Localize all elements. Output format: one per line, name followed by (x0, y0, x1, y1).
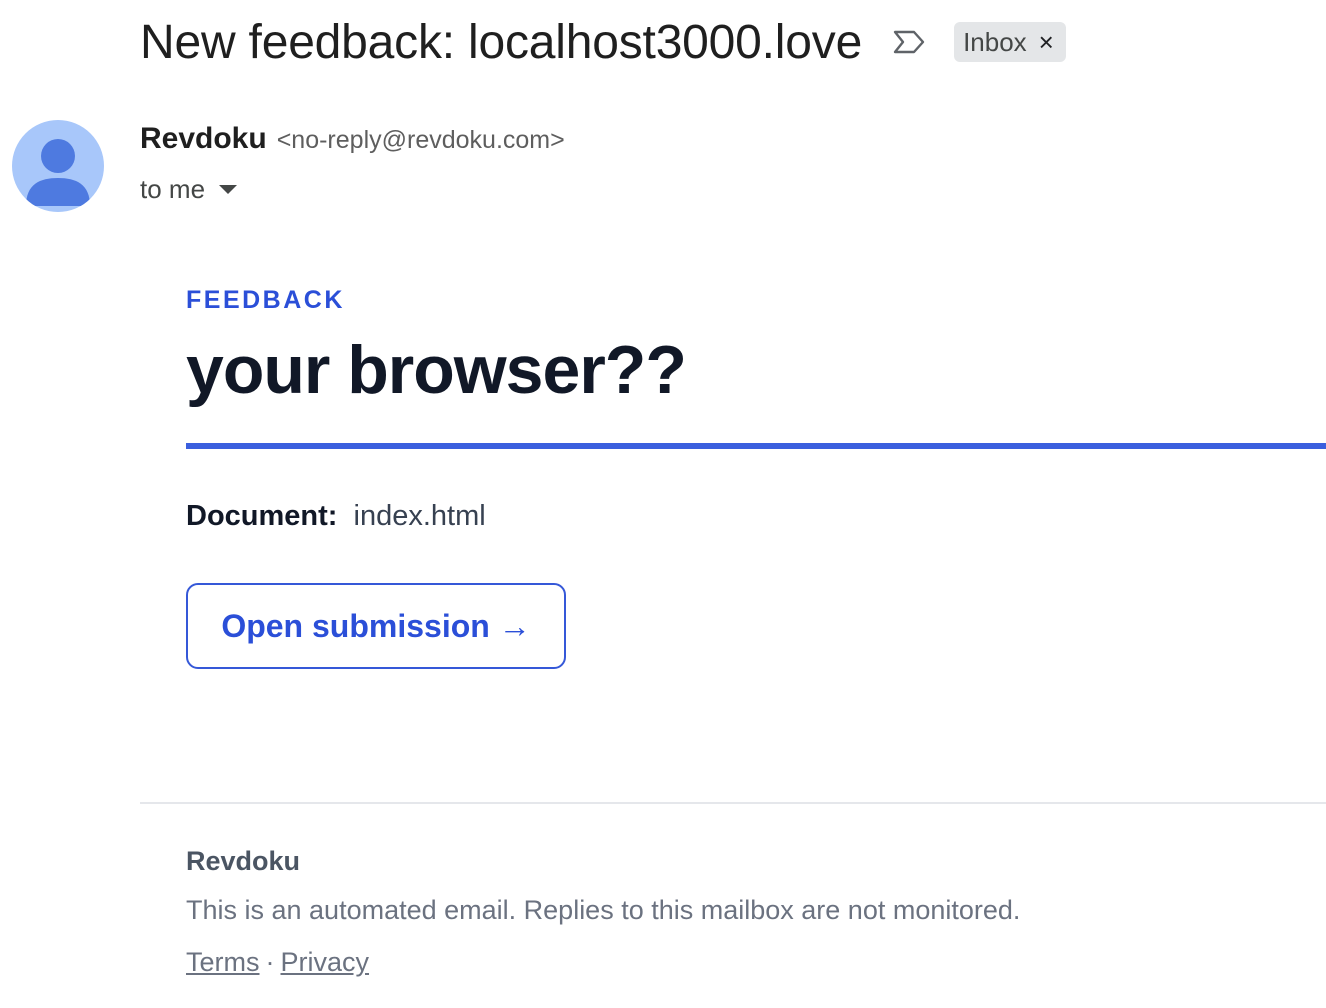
email-footer: Revdoku This is an automated email. Repl… (186, 840, 1286, 984)
inbox-label-chip: Inbox × (954, 22, 1066, 62)
remove-label-close-icon[interactable]: × (1039, 29, 1054, 55)
footer-links: Terms · Privacy (186, 940, 1286, 984)
caret-down-icon[interactable] (219, 184, 238, 194)
privacy-link[interactable]: Privacy (281, 947, 370, 977)
feedback-kicker: FEEDBACK (186, 286, 345, 314)
footer-brand: Revdoku (186, 846, 301, 876)
sender-avatar-person-icon[interactable] (12, 120, 104, 212)
sender-email: <no-reply@revdoku.com> (276, 126, 565, 154)
footer-note: This is an automated email. Replies to t… (186, 895, 1021, 925)
footer-divider (140, 802, 1326, 804)
document-value: index.html (353, 500, 486, 532)
recipient-text: to me (140, 173, 206, 204)
label-text: Inbox (963, 26, 1027, 57)
document-line: Document: index.html (186, 494, 486, 538)
recipient-details-toggle[interactable]: to me (140, 170, 238, 208)
sender-name[interactable]: Revdoku (140, 122, 267, 156)
sender-line: Revdoku <no-reply@revdoku.com> (140, 122, 565, 164)
email-subject: New feedback: localhost3000.love (140, 15, 863, 69)
open-submission-button[interactable]: Open submission → (186, 583, 566, 669)
subject-row: New feedback: localhost3000.love Inbox × (140, 10, 1066, 74)
terms-link[interactable]: Terms (186, 947, 260, 977)
accent-divider (186, 443, 1326, 449)
important-marker-icon[interactable] (892, 29, 926, 55)
document-label: Document: (186, 500, 338, 532)
link-separator: · (265, 947, 275, 977)
email-view: New feedback: localhost3000.love Inbox ×… (0, 0, 1326, 1008)
feedback-headline: your browser?? (186, 332, 687, 408)
email-body: FEEDBACK your browser?? Document: index.… (186, 280, 1326, 669)
